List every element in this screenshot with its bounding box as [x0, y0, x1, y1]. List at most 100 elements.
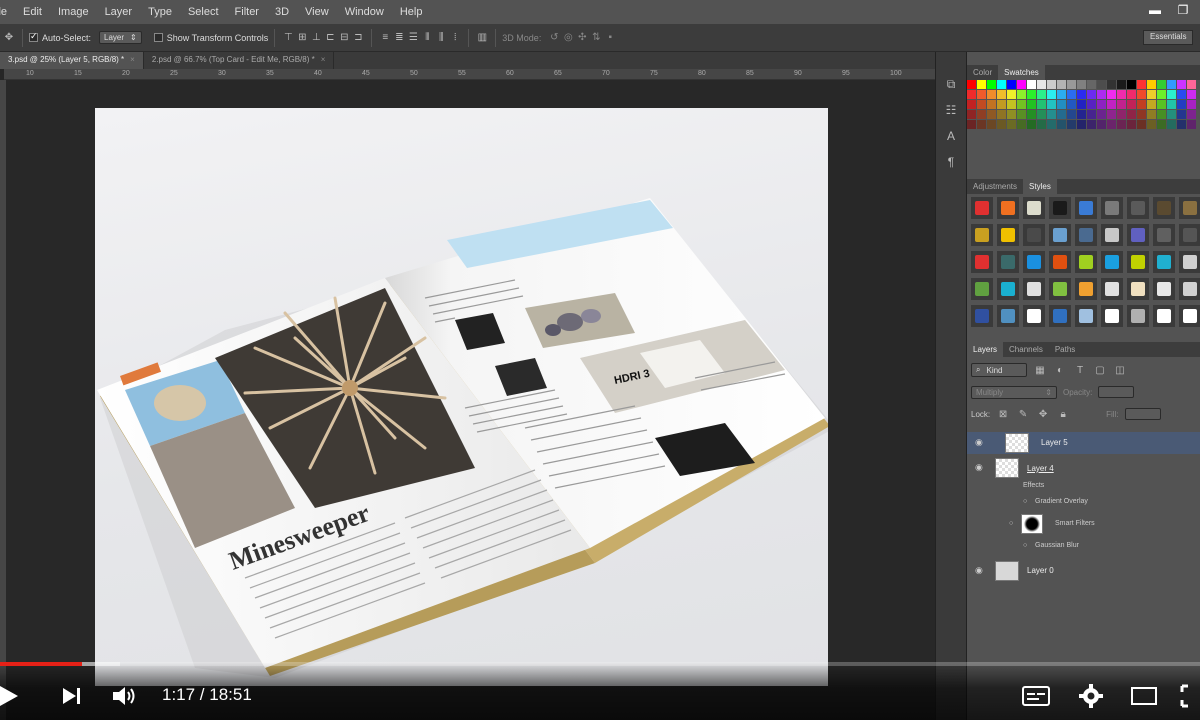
color-swatch[interactable]: [1157, 110, 1166, 119]
swatch-grid[interactable]: [967, 80, 1196, 129]
style-preset[interactable]: [1023, 197, 1045, 219]
color-swatch[interactable]: [997, 80, 1006, 89]
style-preset[interactable]: [1101, 251, 1123, 273]
color-swatch[interactable]: [1047, 90, 1056, 99]
color-swatch[interactable]: [1087, 120, 1096, 129]
color-swatch[interactable]: [1027, 120, 1036, 129]
auto-select-dropdown[interactable]: Layer ⇕: [99, 31, 142, 44]
color-swatch[interactable]: [1157, 100, 1166, 109]
color-swatch[interactable]: [1157, 90, 1166, 99]
pixel-filter-icon[interactable]: ▦: [1033, 363, 1047, 377]
color-swatch[interactable]: [1177, 110, 1186, 119]
style-grid[interactable]: [971, 197, 1200, 327]
fill-input[interactable]: [1124, 408, 1161, 420]
style-preset[interactable]: [1179, 197, 1200, 219]
color-swatch[interactable]: [1057, 80, 1066, 89]
color-swatch[interactable]: [1077, 100, 1086, 109]
color-swatch[interactable]: [1117, 90, 1126, 99]
color-swatch[interactable]: [1137, 80, 1146, 89]
color-swatch[interactable]: [1137, 100, 1146, 109]
history-icon[interactable]: ⧉: [941, 74, 961, 94]
color-swatch[interactable]: [997, 100, 1006, 109]
style-preset[interactable]: [1101, 224, 1123, 246]
color-swatch[interactable]: [1087, 100, 1096, 109]
distribute-left-icon[interactable]: ⦀: [420, 31, 434, 45]
style-preset[interactable]: [1179, 278, 1200, 300]
character-icon[interactable]: A: [941, 126, 961, 146]
auto-align-icon[interactable]: ▥: [475, 31, 489, 45]
style-preset[interactable]: [1075, 251, 1097, 273]
style-preset[interactable]: [997, 224, 1019, 246]
color-swatch[interactable]: [1127, 120, 1136, 129]
distribute-top-icon[interactable]: ≡: [378, 31, 392, 45]
color-swatch[interactable]: [1007, 80, 1016, 89]
color-swatch[interactable]: [1067, 120, 1076, 129]
color-swatch[interactable]: [1167, 110, 1176, 119]
paragraph-icon[interactable]: ¶: [941, 152, 961, 172]
menu-3d[interactable]: 3D: [267, 6, 297, 18]
subtitles-icon[interactable]: [1020, 680, 1052, 712]
color-swatch[interactable]: [1017, 120, 1026, 129]
color-swatch[interactable]: [1047, 100, 1056, 109]
theater-mode-icon[interactable]: [1128, 680, 1160, 712]
color-swatch[interactable]: [967, 80, 976, 89]
visibility-icon[interactable]: ○: [1023, 542, 1027, 549]
color-swatch[interactable]: [1187, 120, 1196, 129]
color-swatch[interactable]: [1047, 110, 1056, 119]
style-preset[interactable]: [1153, 197, 1175, 219]
color-swatch[interactable]: [1117, 80, 1126, 89]
color-swatch[interactable]: [1077, 110, 1086, 119]
style-preset[interactable]: [1023, 224, 1045, 246]
style-preset[interactable]: [997, 278, 1019, 300]
style-preset[interactable]: [1127, 305, 1149, 327]
color-swatch[interactable]: [987, 90, 996, 99]
color-swatch[interactable]: [1127, 110, 1136, 119]
style-preset[interactable]: [1127, 278, 1149, 300]
color-swatch[interactable]: [1027, 90, 1036, 99]
settings-gear-icon[interactable]: [1075, 680, 1107, 712]
style-preset[interactable]: [1153, 278, 1175, 300]
color-swatch[interactable]: [1127, 100, 1136, 109]
color-swatch[interactable]: [1137, 90, 1146, 99]
properties-icon[interactable]: ☷: [941, 100, 961, 120]
color-swatch[interactable]: [1027, 110, 1036, 119]
play-icon[interactable]: [0, 680, 20, 712]
color-swatch[interactable]: [1017, 80, 1026, 89]
style-preset[interactable]: [1179, 305, 1200, 327]
layer-row-layer-4[interactable]: ◉ Layer 4: [967, 458, 1200, 478]
color-swatch[interactable]: [1097, 120, 1106, 129]
style-preset[interactable]: [971, 224, 993, 246]
color-swatch[interactable]: [1107, 100, 1116, 109]
color-swatch[interactable]: [1037, 110, 1046, 119]
style-preset[interactable]: [1049, 224, 1071, 246]
blend-mode-dropdown[interactable]: Multiply ⇕: [971, 385, 1057, 399]
type-filter-icon[interactable]: T: [1073, 363, 1087, 377]
tab-document-2[interactable]: 2.psd @ 66.7% (Top Card - Edit Me, RGB/8…: [144, 52, 335, 69]
maximize-icon[interactable]: ❐: [1172, 2, 1194, 18]
style-preset[interactable]: [1153, 251, 1175, 273]
color-swatch[interactable]: [1097, 110, 1106, 119]
color-swatch[interactable]: [1167, 100, 1176, 109]
color-swatch[interactable]: [1167, 120, 1176, 129]
menu-help[interactable]: Help: [392, 6, 431, 18]
visibility-icon[interactable]: ○: [1009, 520, 1013, 527]
menu-view[interactable]: View: [297, 6, 337, 18]
style-preset[interactable]: [1075, 305, 1097, 327]
color-swatch[interactable]: [1057, 110, 1066, 119]
color-swatch[interactable]: [1117, 110, 1126, 119]
shape-filter-icon[interactable]: ▢: [1093, 363, 1107, 377]
color-swatch[interactable]: [1107, 90, 1116, 99]
style-preset[interactable]: [1075, 197, 1097, 219]
color-swatch[interactable]: [1167, 80, 1176, 89]
color-swatch[interactable]: [1047, 120, 1056, 129]
style-preset[interactable]: [971, 278, 993, 300]
document-canvas[interactable]: HDRI 3 Minesweeper: [95, 108, 828, 686]
color-swatch[interactable]: [1117, 100, 1126, 109]
color-swatch[interactable]: [1177, 90, 1186, 99]
color-swatch[interactable]: [1097, 100, 1106, 109]
color-swatch[interactable]: [1017, 100, 1026, 109]
eye-icon[interactable]: ◉: [975, 437, 987, 449]
color-swatch[interactable]: [1187, 80, 1196, 89]
align-right-icon[interactable]: ⊐: [351, 31, 365, 45]
tab-channels[interactable]: Channels: [1003, 342, 1049, 357]
